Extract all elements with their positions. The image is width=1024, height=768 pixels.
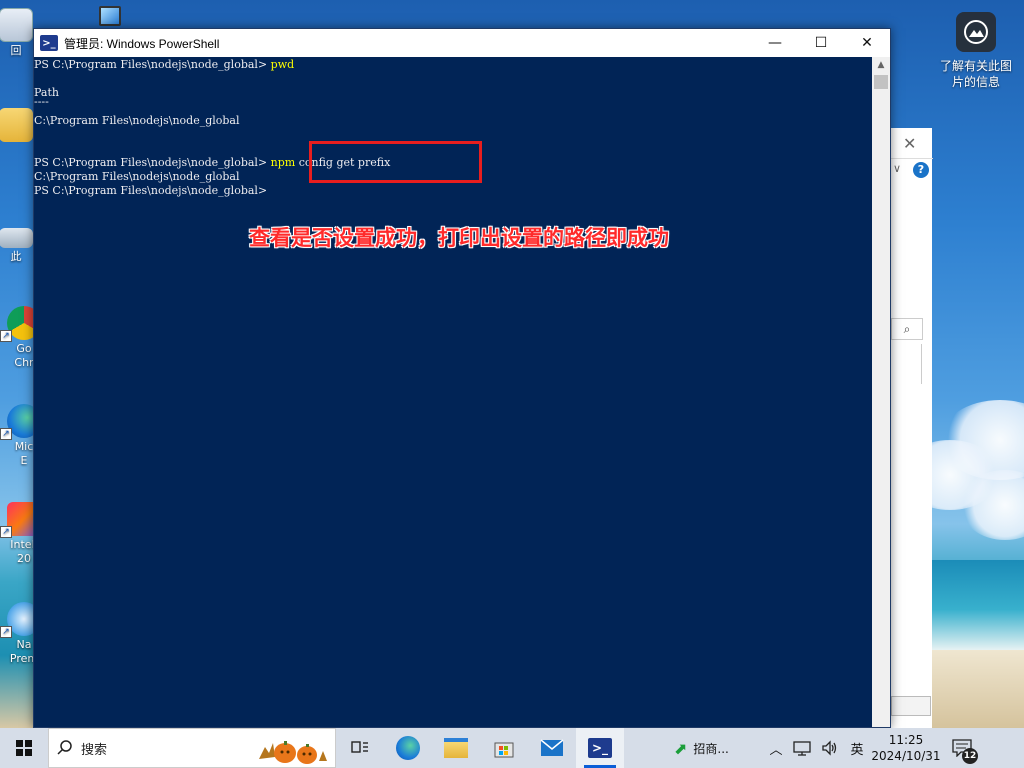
stock-up-icon: ⬈ [674, 738, 688, 758]
volume-icon [822, 740, 837, 756]
desktop-icon-label: 此 [10, 250, 22, 263]
shortcut-arrow-icon: ↗ [0, 428, 12, 440]
network-button[interactable] [788, 728, 816, 768]
mail-icon [540, 739, 564, 756]
console-line: PS C:\Program Files\nodejs\node_global> … [34, 58, 872, 72]
camera-icon [956, 12, 996, 52]
powershell-icon: >_ [588, 738, 612, 758]
minimize-button[interactable]: — [752, 29, 798, 57]
scroll-up-icon[interactable]: ▲ [872, 57, 890, 73]
notification-badge: 12 [962, 748, 978, 764]
tray-expand-button[interactable]: ︿ [764, 728, 788, 768]
annotation-text: 查看是否设置成功，打印出设置的路径即成功 [249, 226, 669, 250]
this-pc-icon [0, 228, 33, 248]
title-bar[interactable]: >_ 管理员: Windows PowerShell — ☐ ✕ [34, 29, 890, 57]
taskbar-search[interactable]: 搜索 [48, 728, 336, 768]
chevron-up-icon: ︿ [769, 742, 783, 758]
taskbar-powershell[interactable]: >_ [576, 728, 624, 768]
chevron-down-icon[interactable]: ∨ [893, 162, 901, 175]
prompt: PS C:\Program Files\nodejs\node_global> [34, 58, 271, 71]
powershell-window[interactable]: >_ 管理员: Windows PowerShell — ☐ ✕ PS C:\P… [33, 28, 891, 728]
task-view-button[interactable] [336, 728, 384, 768]
recycle-bin-icon [0, 8, 33, 42]
taskbar-mail[interactable] [528, 728, 576, 768]
window-title: 管理员: Windows PowerShell [64, 36, 220, 51]
ime-label: 英 [850, 742, 864, 758]
prompt: PS C:\Program Files\nodejs\node_global> [34, 184, 271, 197]
shortcut-arrow-icon: ↗ [0, 526, 12, 538]
view-toggle[interactable] [891, 696, 931, 716]
shortcut-arrow-icon: ↗ [0, 330, 12, 342]
windows-logo-icon [16, 740, 32, 756]
network-icon [793, 741, 811, 756]
desktop-icon-monitor[interactable] [80, 6, 140, 28]
maximize-button[interactable]: ☐ [798, 29, 844, 57]
search-label: 搜索 [81, 742, 108, 758]
powershell-icon: >_ [40, 35, 58, 51]
edge-icon [396, 736, 420, 760]
taskbar: 搜索 >_ ⬈ 招商... ︿ 英 11:25 2024/10/31 12 [0, 728, 1024, 768]
desktop-icon-label: Go Chr [14, 342, 34, 369]
desktop-icon-label: 回 [10, 44, 22, 57]
stock-label: 招商... [693, 741, 729, 756]
console-line: C:\Program Files\nodejs\node_global [34, 114, 872, 128]
console-line: Path [34, 86, 872, 100]
console-line: ---- [34, 96, 872, 110]
volume-button[interactable] [816, 728, 844, 768]
command: npm [270, 156, 296, 169]
console-line: PS C:\Program Files\nodejs\node_global> [34, 184, 872, 198]
output-text: C:\Program Files\nodejs\node_global [34, 170, 240, 183]
desktop-icon-label: Mic E [14, 440, 34, 467]
search-icon [57, 740, 72, 755]
taskbar-edge[interactable] [384, 728, 432, 768]
folder-icon [0, 108, 33, 142]
close-button[interactable]: ✕ [844, 29, 890, 57]
learn-about-picture-label: 了解有关此图 片的信息 [939, 59, 1012, 89]
clock[interactable]: 11:25 2024/10/31 [870, 728, 942, 768]
learn-about-picture[interactable]: 了解有关此图 片的信息 [934, 8, 1018, 90]
prompt: PS C:\Program Files\nodejs\node_global> [34, 156, 271, 169]
output-text: ---- [34, 95, 49, 108]
taskbar-file-explorer[interactable] [432, 728, 480, 768]
store-icon [494, 742, 514, 758]
clock-date: 2024/10/31 [871, 749, 941, 763]
stock-widget[interactable]: ⬈ 招商... [668, 728, 764, 768]
ime-button[interactable]: 英 [844, 728, 870, 768]
monitor-icon [99, 6, 121, 26]
notification-center-button[interactable]: 12 [942, 728, 982, 768]
output-text: C:\Program Files\nodejs\node_global [34, 114, 240, 127]
task-view-icon [351, 741, 368, 753]
file-explorer-icon [444, 738, 468, 758]
clock-time: 11:25 [888, 733, 924, 747]
vertical-scrollbar[interactable]: ▲ [872, 57, 890, 727]
shortcut-arrow-icon: ↗ [0, 626, 12, 638]
halloween-pumpkin-icon [259, 741, 327, 764]
command: pwd [270, 58, 295, 71]
highlight-box [309, 141, 482, 183]
search-icon[interactable]: ⌕ [891, 318, 923, 340]
start-button[interactable] [0, 728, 48, 768]
scrollbar[interactable] [921, 344, 922, 384]
scroll-thumb[interactable] [874, 75, 888, 89]
close-icon[interactable]: ✕ [903, 134, 916, 153]
help-icon[interactable]: ? [913, 162, 929, 178]
taskbar-store[interactable] [480, 728, 528, 768]
